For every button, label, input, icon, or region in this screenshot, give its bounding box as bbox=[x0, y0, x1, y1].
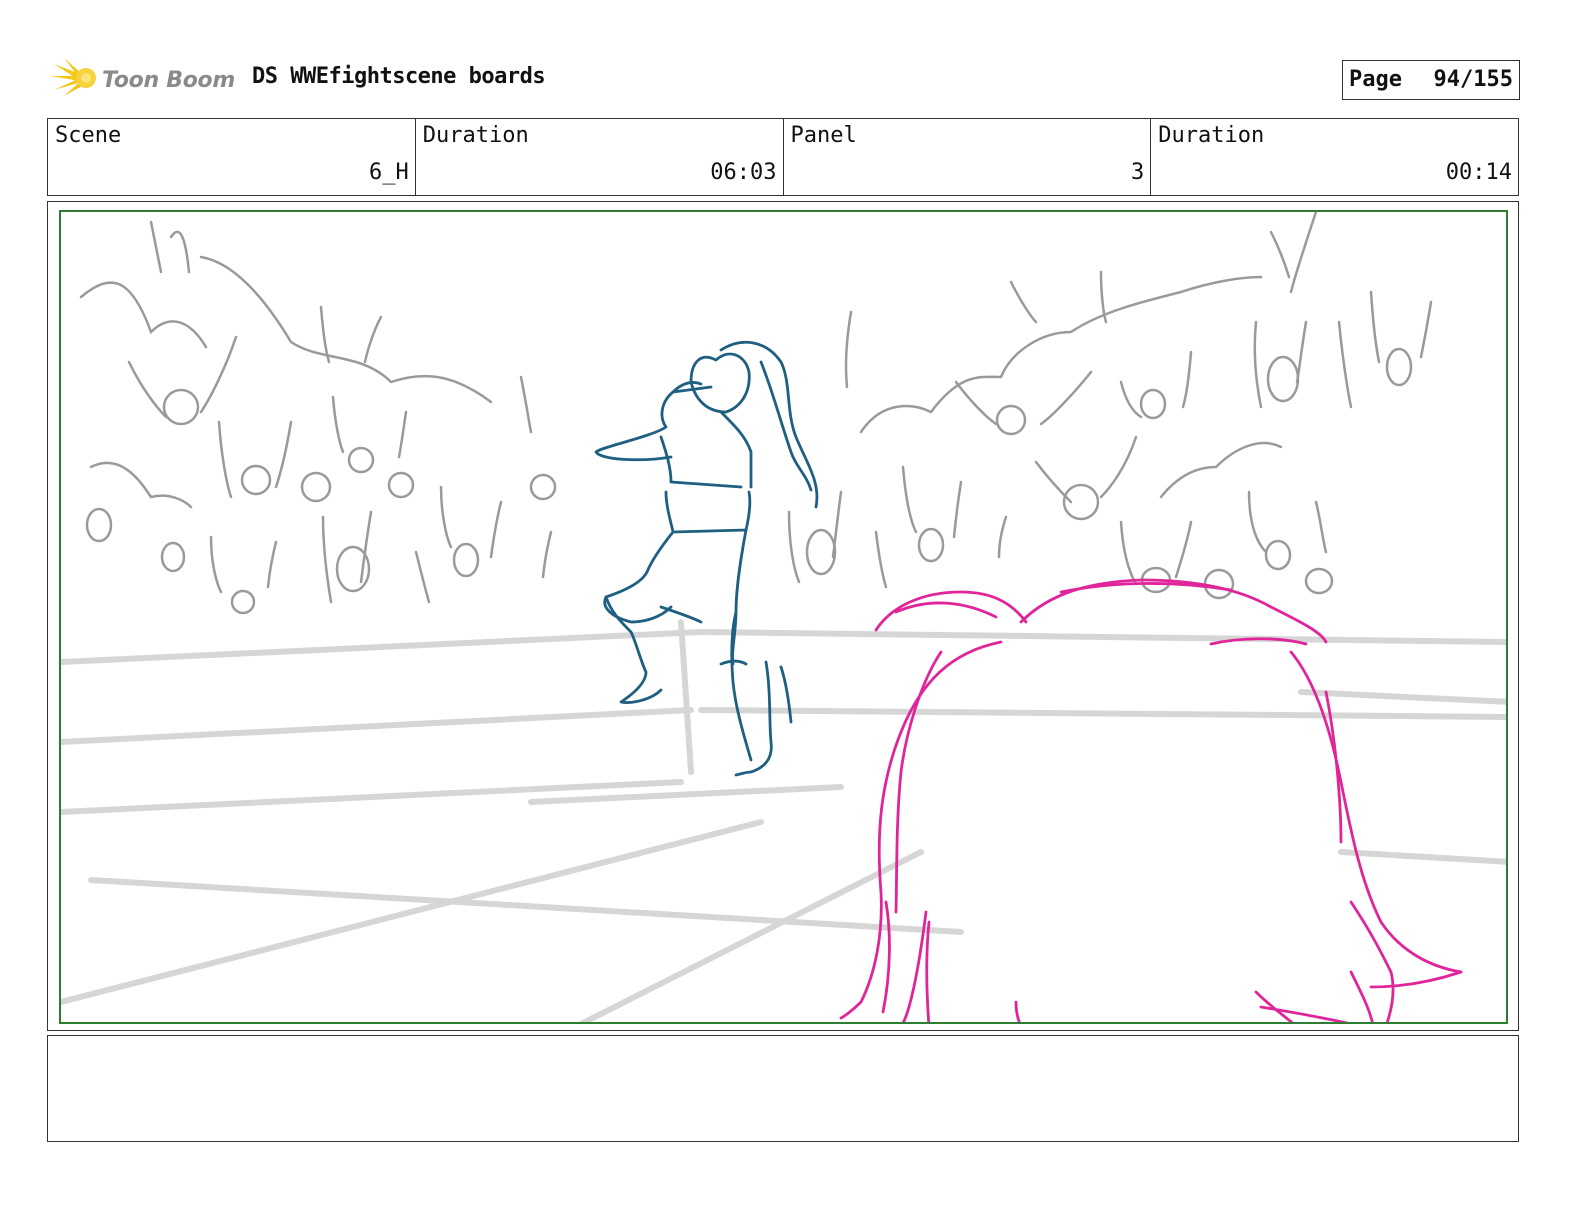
logo-text: Toon Boom bbox=[102, 68, 235, 93]
panel-info-row: Scene 6_H Duration 06:03 Panel 3 Duratio… bbox=[47, 118, 1519, 196]
panel-cell: Panel 3 bbox=[784, 119, 1152, 195]
logo-burst-icon bbox=[50, 58, 96, 96]
panel-value: 3 bbox=[1131, 160, 1145, 185]
board-title: DS WWEfightscene boards bbox=[252, 64, 546, 89]
panel-label: Panel bbox=[790, 123, 857, 148]
foreground-head bbox=[839, 578, 1463, 1022]
page-indicator: Page 94/155 bbox=[1342, 60, 1520, 100]
sketch-drawing bbox=[61, 212, 1506, 1022]
scene-duration-value: 06:03 bbox=[710, 160, 777, 185]
panel-duration-cell: Duration 00:14 bbox=[1151, 119, 1518, 195]
scene-duration-label: Duration bbox=[422, 123, 529, 148]
page-value: 94/155 bbox=[1433, 67, 1513, 92]
panel-notes-box[interactable] bbox=[47, 1035, 1519, 1142]
toon-boom-logo: Toon Boom bbox=[50, 56, 240, 100]
camera-frame bbox=[59, 210, 1508, 1024]
panel-duration-label: Duration bbox=[1158, 123, 1265, 148]
page-label: Page bbox=[1349, 67, 1402, 92]
storyboard-header: Toon Boom DS WWEfightscene boards Page 9… bbox=[50, 52, 1520, 104]
crowd-sketch bbox=[79, 212, 1433, 615]
scene-label: Scene bbox=[55, 123, 122, 148]
scene-duration-cell: Duration 06:03 bbox=[416, 119, 784, 195]
panel-duration-value: 00:14 bbox=[1445, 160, 1512, 185]
scene-cell: Scene 6_H bbox=[48, 119, 416, 195]
scene-value: 6_H bbox=[369, 160, 409, 185]
panel-image-area bbox=[47, 201, 1519, 1031]
